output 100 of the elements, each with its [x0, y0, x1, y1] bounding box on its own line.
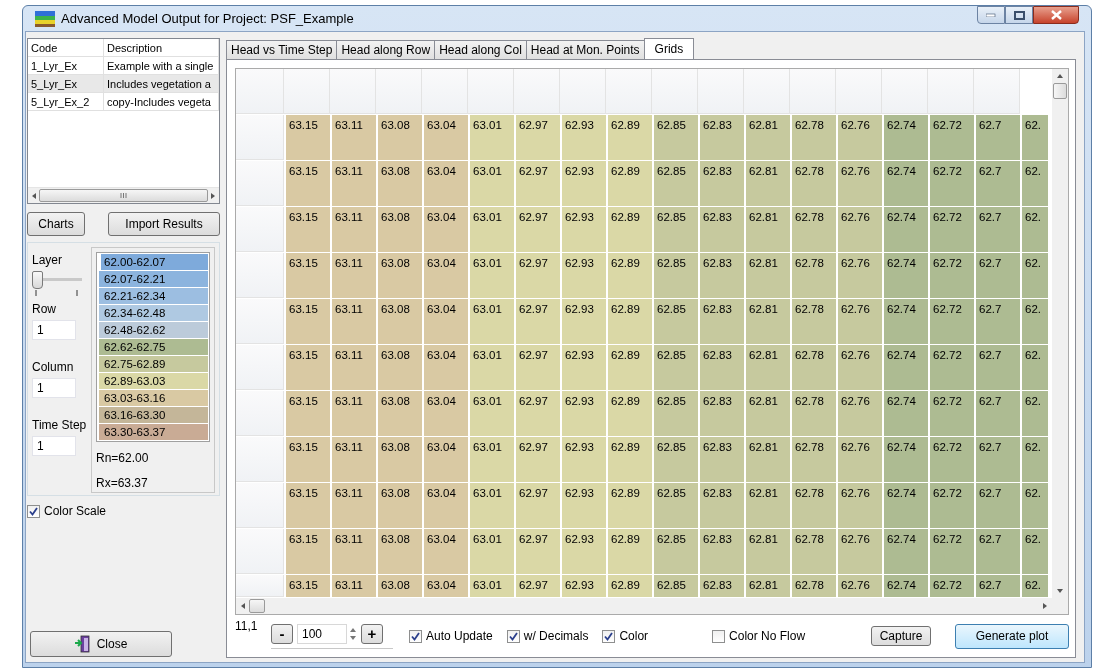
grid-cell: 62.78: [792, 207, 836, 252]
tab[interactable]: Head along Row: [336, 40, 436, 59]
grid-cell: 62.74: [884, 529, 928, 574]
legend-item[interactable]: 62.00-62.07: [99, 254, 208, 270]
legend-item[interactable]: 62.07-62.21: [99, 271, 208, 287]
grid-cell: 62.81: [746, 207, 790, 252]
layer-label: Layer: [32, 253, 64, 269]
grid-cell: 62.78: [792, 391, 836, 436]
legend-item[interactable]: 62.75-62.89: [99, 356, 208, 372]
grid-cell: 62.97: [516, 391, 560, 436]
grid-cell: 63.01: [470, 529, 514, 574]
checkbox[interactable]: [27, 504, 40, 518]
column-header[interactable]: [836, 69, 882, 114]
row-header[interactable]: [236, 529, 284, 574]
scroll-thumb[interactable]: [249, 599, 265, 613]
column-header[interactable]: [468, 69, 514, 114]
legend-item[interactable]: 62.21-62.34: [99, 288, 208, 304]
import-results-button[interactable]: Import Results: [108, 212, 220, 236]
grid-cell: 62.81: [746, 529, 790, 574]
close-window-button[interactable]: [1033, 6, 1079, 24]
charts-button[interactable]: Charts: [27, 212, 85, 236]
generate-plot-button[interactable]: Generate plot: [955, 623, 1069, 649]
row-header[interactable]: [236, 391, 284, 436]
capture-button[interactable]: Capture: [871, 626, 931, 646]
zoom-out-button[interactable]: -: [271, 623, 293, 644]
checkbox[interactable]: [602, 629, 616, 643]
column-header[interactable]: [744, 69, 790, 114]
row-header[interactable]: [236, 345, 284, 390]
slider-thumb[interactable]: [32, 271, 43, 289]
legend-item[interactable]: 62.34-62.48: [99, 305, 208, 321]
checkbox-label: w/ Decimals: [523, 629, 589, 643]
column-header[interactable]: [928, 69, 974, 114]
door-icon: [74, 635, 91, 653]
row-header[interactable]: [236, 299, 284, 344]
row-header[interactable]: [236, 161, 284, 206]
legend-item[interactable]: 63.03-63.16: [99, 390, 208, 406]
legend-item[interactable]: 62.89-63.03: [99, 373, 208, 389]
row-header[interactable]: [236, 69, 284, 114]
grid-cell: 62.85: [654, 529, 698, 574]
horizontal-scrollbar[interactable]: [28, 187, 219, 203]
grid-cell: 62.89: [608, 115, 652, 160]
zoom-field[interactable]: 100: [297, 623, 347, 644]
number-field[interactable]: 1: [32, 320, 76, 340]
column-header[interactable]: [974, 69, 1020, 114]
grid-cell: 62.72: [930, 529, 974, 574]
grid-cell: 62.72: [930, 253, 974, 298]
grid-cell: 62.76: [838, 207, 882, 252]
grid-cell: 63.08: [378, 207, 422, 252]
grid-cell: 62.76: [838, 115, 882, 160]
legend-item[interactable]: 62.62-62.75: [99, 339, 208, 355]
grid-cell: 62.78: [792, 437, 836, 482]
checkbox-label: Color Scale: [44, 504, 107, 518]
column-header[interactable]: Code: [28, 39, 104, 57]
grid-cell: 62.: [1022, 253, 1048, 298]
row-header[interactable]: [236, 253, 284, 298]
column-header[interactable]: Description: [104, 39, 219, 57]
legend-item[interactable]: 63.16-63.30: [99, 407, 208, 423]
column-header[interactable]: [422, 69, 468, 114]
checkbox[interactable]: [409, 629, 422, 643]
grid-cell: 62.85: [654, 345, 698, 390]
number-field[interactable]: 1: [32, 378, 76, 398]
close-button[interactable]: Close: [30, 631, 172, 657]
row-header[interactable]: [236, 575, 284, 597]
column-header[interactable]: [882, 69, 928, 114]
list-row[interactable]: 5_Lyr_Ex Includes vegetation a: [28, 75, 219, 93]
column-header[interactable]: [376, 69, 422, 114]
legend-item[interactable]: 63.30-63.37: [99, 424, 208, 440]
column-header[interactable]: [790, 69, 836, 114]
list-row[interactable]: 5_Lyr_Ex_2 copy-Includes vegeta: [28, 93, 219, 111]
column-header[interactable]: [606, 69, 652, 114]
column-header[interactable]: [284, 69, 330, 114]
grid-cell: 62.7: [976, 207, 1020, 252]
number-field[interactable]: 1: [32, 436, 76, 456]
legend-item[interactable]: 62.48-62.62: [99, 322, 208, 338]
column-header[interactable]: [698, 69, 744, 114]
maximize-button[interactable]: [1005, 6, 1033, 24]
grid-cell: 62.74: [884, 207, 928, 252]
checkbox[interactable]: [506, 629, 520, 643]
vertical-scrollbar[interactable]: [1052, 69, 1068, 598]
row-header[interactable]: [236, 207, 284, 252]
grid-cell: 62.97: [516, 575, 560, 597]
grid-cell: 63.15: [286, 161, 330, 206]
column-header[interactable]: [560, 69, 606, 114]
minimize-button[interactable]: [977, 6, 1005, 24]
grid-cell: 62.97: [516, 253, 560, 298]
tab[interactable]: Head vs Time Step: [226, 40, 338, 59]
row-header[interactable]: [236, 437, 284, 482]
column-header[interactable]: [330, 69, 376, 114]
tab[interactable]: Grids: [643, 38, 695, 59]
horizontal-scrollbar[interactable]: [236, 598, 1052, 614]
grid-cell: 62.: [1022, 391, 1048, 436]
zoom-in-button[interactable]: +: [361, 623, 383, 644]
column-header[interactable]: [514, 69, 560, 114]
tab[interactable]: Head at Mon. Points: [525, 40, 645, 59]
tab[interactable]: Head along Col: [434, 40, 527, 59]
checkbox[interactable]: [712, 629, 726, 643]
row-header[interactable]: [236, 115, 284, 160]
column-header[interactable]: [652, 69, 698, 114]
scroll-thumb[interactable]: [1053, 83, 1067, 99]
row-header[interactable]: [236, 483, 284, 528]
